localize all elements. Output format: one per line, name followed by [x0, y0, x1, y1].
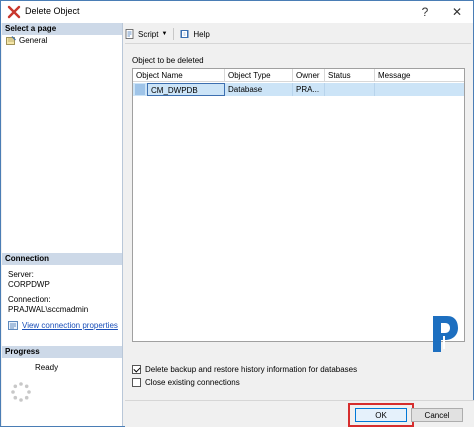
- cancel-button[interactable]: Cancel: [411, 408, 463, 422]
- objects-grid[interactable]: Object Name Object Type Owner Status Mes…: [132, 68, 465, 342]
- table-row[interactable]: CM_DWPDB Database PRA...: [133, 83, 464, 96]
- progress-status: Ready: [35, 363, 59, 372]
- close-button[interactable]: ✕: [443, 1, 471, 23]
- cell-object-type: Database: [225, 83, 293, 96]
- delete-object-dialog: Delete Object ? ✕ Select a page General …: [0, 0, 474, 427]
- objects-label: Object to be deleted: [132, 56, 204, 65]
- row-selector[interactable]: [135, 84, 145, 95]
- col-object-type[interactable]: Object Type: [225, 69, 293, 82]
- delete-x-icon: [7, 5, 21, 19]
- window-title: Delete Object: [25, 6, 80, 16]
- select-page-header: Select a page: [2, 23, 122, 35]
- col-owner[interactable]: Owner: [293, 69, 325, 82]
- script-button[interactable]: Script ▼: [125, 29, 167, 39]
- toolbar-separator: [173, 28, 175, 40]
- script-dropdown-icon[interactable]: ▼: [161, 31, 167, 37]
- close-connections-option[interactable]: Close existing connections: [132, 378, 240, 387]
- cell-object-name: CM_DWPDB: [147, 83, 225, 96]
- script-label: Script: [138, 29, 159, 39]
- script-icon: [125, 29, 134, 39]
- cell-owner: PRA...: [293, 83, 325, 96]
- help-book-icon: [180, 30, 189, 38]
- progress-spinner-icon: [11, 382, 31, 402]
- connection-label: Connection:: [8, 295, 51, 304]
- progress-header: Progress: [2, 346, 122, 358]
- ok-button[interactable]: OK: [355, 408, 407, 422]
- col-object-name[interactable]: Object Name: [133, 69, 225, 82]
- delete-backup-option[interactable]: Delete backup and restore history inform…: [132, 365, 357, 374]
- col-message[interactable]: Message: [375, 69, 464, 82]
- server-label: Server:: [8, 270, 34, 279]
- toolbar-divider: [125, 43, 471, 44]
- delete-backup-checkbox[interactable]: [132, 365, 141, 374]
- grid-header: Object Name Object Type Owner Status Mes…: [133, 69, 464, 82]
- cell-message: [375, 83, 464, 96]
- help-title-button[interactable]: ?: [411, 1, 439, 23]
- left-pane: Select a page General Connection Server:…: [2, 23, 123, 426]
- server-value: CORPDWP: [8, 280, 50, 289]
- page-item-general[interactable]: General: [6, 36, 47, 45]
- delete-backup-label: Delete backup and restore history inform…: [145, 365, 358, 374]
- title-bar: Delete Object ? ✕: [1, 1, 473, 23]
- cell-status: [325, 83, 375, 96]
- close-connections-label: Close existing connections: [145, 378, 240, 387]
- close-connections-checkbox[interactable]: [132, 378, 141, 387]
- prajwal-logo-icon: [433, 316, 458, 352]
- help-label: Help: [193, 29, 210, 39]
- connection-header: Connection: [2, 253, 122, 265]
- view-connection-properties-link[interactable]: View connection properties: [22, 321, 118, 330]
- view-properties-icon: [8, 321, 18, 330]
- page-item-general-label: General: [19, 36, 48, 45]
- page-icon: [6, 36, 16, 45]
- toolbar: Script ▼ Help: [125, 27, 216, 41]
- help-button[interactable]: Help: [180, 29, 210, 39]
- col-status[interactable]: Status: [325, 69, 375, 82]
- connection-value: PRAJWAL\sccmadmin: [8, 305, 89, 314]
